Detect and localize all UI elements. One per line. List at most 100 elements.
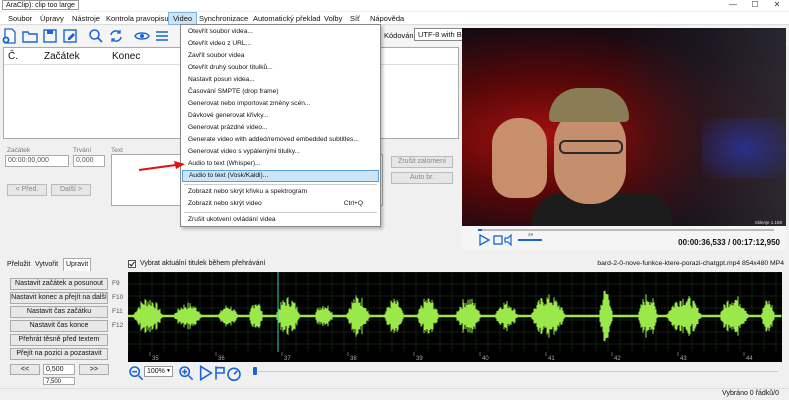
create-adjust-panel: Přeložit Vytvořit Upravit Nastavit začát… xyxy=(3,258,125,388)
start-time-input[interactable]: 00:00:00,000 xyxy=(5,155,69,167)
cancel-break-button[interactable]: Zrušit zalomení xyxy=(391,156,453,168)
menu-separator xyxy=(184,212,377,213)
tab-adjust[interactable]: Upravit xyxy=(63,258,92,271)
zoom-out-icon[interactable] xyxy=(128,365,144,381)
mark-icon[interactable] xyxy=(212,365,225,380)
step-forward-button[interactable]: >> xyxy=(79,364,109,375)
time-tick-label: 39 xyxy=(416,356,423,362)
replace-icon[interactable] xyxy=(108,28,124,44)
open-folder-icon[interactable] xyxy=(22,28,38,44)
follow-label: Vybrat aktuální titulek během přehrávání xyxy=(140,260,266,267)
speed-icon[interactable] xyxy=(226,365,241,382)
extra-value-input[interactable]: 7,500 xyxy=(43,377,75,385)
maximize-button[interactable]: ☐ xyxy=(745,0,765,11)
menu-soubor[interactable]: Soubor xyxy=(4,12,36,25)
search-icon[interactable] xyxy=(88,28,104,44)
menu-item-shortcut: Ctrl+Q xyxy=(343,200,363,207)
menu-item-open-second-subtitle[interactable]: Otevřít druhý soubor titulků... xyxy=(182,62,379,74)
step-back-button[interactable]: << xyxy=(10,364,40,375)
video-screenshot-label: Sklenje 1.188 xyxy=(754,220,782,225)
menu-item-toggle-video[interactable]: Zobrazit nebo skrýt video Ctrl+Q xyxy=(182,198,379,210)
video-time: 00:00:36,533 / 00:17:12,950 xyxy=(678,238,780,247)
speaker-icon[interactable] xyxy=(504,233,516,247)
prev-button[interactable]: < Před. xyxy=(7,184,47,196)
stop-icon[interactable] xyxy=(492,234,504,246)
text-label: Text xyxy=(111,147,123,154)
time-tick-label: 44 xyxy=(746,356,753,362)
time-tick-label: 38 xyxy=(350,356,357,362)
set-end-and-next-button[interactable]: Nastavit konec a přejít na další xyxy=(10,292,108,304)
start-label: Začátek xyxy=(7,147,31,154)
zoom-select[interactable]: 100% ▼ xyxy=(144,366,173,377)
play-before-text-button[interactable]: Přehrát těsně před textem xyxy=(10,334,108,346)
menu-item-smpte-timing[interactable]: Časování SMPTE (drop frame) xyxy=(182,86,379,98)
waveform-position-track[interactable] xyxy=(258,371,778,372)
menu-item-close-video[interactable]: Zavřít soubor videa xyxy=(182,50,379,62)
set-start-and-offset-button[interactable]: Nastavit začátek a posunout xyxy=(10,278,108,290)
tab-translate[interactable]: Přeložit xyxy=(5,258,32,271)
next-button[interactable]: Další > xyxy=(51,184,91,196)
menu-item-audio-to-text-whisper[interactable]: Audio to text (Whisper)... xyxy=(182,158,379,170)
menu-bar: Soubor Úpravy Nástroje Kontrola pravopis… xyxy=(0,12,789,25)
set-end-time-button[interactable]: Nastavit čas konce xyxy=(10,320,108,332)
video-person-cap xyxy=(549,88,629,122)
save-as-icon[interactable] xyxy=(62,28,78,44)
new-file-icon[interactable] xyxy=(2,28,18,44)
menu-item-toggle-waveform[interactable]: Zobrazit nebo skrýt křivku a spektrogram xyxy=(182,186,379,198)
waveform-controls: 100% ▼ xyxy=(128,364,782,382)
save-icon[interactable] xyxy=(42,28,58,44)
shortcut-f10: F10 xyxy=(112,294,124,301)
video-controls: 49 00:00:36,533 / 00:17:12,950 xyxy=(462,226,786,250)
status-text: Vybráno 0 řádků/0 xyxy=(722,390,779,397)
tab-create[interactable]: Vytvořit xyxy=(33,258,60,271)
time-tick-label: 40 xyxy=(482,356,489,362)
zoom-in-icon[interactable] xyxy=(178,365,194,381)
menu-kontrola-pravopisu[interactable]: Kontrola pravopisu xyxy=(102,12,173,25)
menu-separator xyxy=(184,184,377,185)
auto-break-button[interactable]: Auto br. xyxy=(391,172,453,184)
video-seek-progress xyxy=(478,229,482,231)
menu-nastroje[interactable]: Nástroje xyxy=(68,12,104,25)
duration-input[interactable]: 0,000 xyxy=(73,155,105,167)
minimize-button[interactable]: — xyxy=(723,0,743,11)
step-value-input[interactable]: 0,500 xyxy=(43,364,75,375)
menu-item-scene-changes[interactable]: Generovat nebo importovat změny scén... xyxy=(182,98,379,110)
column-number[interactable]: Č. xyxy=(8,51,18,62)
play-icon[interactable] xyxy=(478,233,491,247)
waveform-canvas: 35 36 37 38 39 40 41 42 43 44 xyxy=(128,272,782,362)
close-button[interactable]: ✕ xyxy=(767,0,787,11)
menu-item-burn-in-subtitles[interactable]: Generovat video s vypálenými titulky... xyxy=(182,146,379,158)
shortcut-f11: F11 xyxy=(112,308,123,315)
eye-icon[interactable] xyxy=(134,28,150,44)
video-player[interactable]: Sklenje 1.188 xyxy=(462,28,786,226)
go-to-position-pause-button[interactable]: Přejít na pozici a pozastavit xyxy=(10,348,108,360)
chevron-down-icon: ▼ xyxy=(166,368,171,374)
shortcut-f12: F12 xyxy=(112,322,124,329)
video-person-glasses xyxy=(559,140,623,154)
menu-item-undock-video-controls[interactable]: Zrušit ukotvení ovládání videa xyxy=(182,214,379,226)
follow-checkbox[interactable] xyxy=(128,260,136,268)
time-tick-label: 42 xyxy=(614,356,621,362)
menu-item-open-video-url[interactable]: Otevřít video z URL... xyxy=(182,38,379,50)
list-icon[interactable] xyxy=(154,28,170,44)
time-tick-label: 37 xyxy=(284,356,291,362)
column-start[interactable]: Začátek xyxy=(44,51,80,62)
waveform-position-thumb[interactable] xyxy=(253,367,257,375)
menu-item-set-video-offset[interactable]: Nastavit posun videa... xyxy=(182,74,379,86)
encoding-label: Kódování xyxy=(384,31,416,40)
audio-waveform[interactable]: 35 36 37 38 39 40 41 42 43 44 xyxy=(128,272,782,362)
menu-item-generate-blank-video[interactable]: Generovat prázdné video... xyxy=(182,122,379,134)
menu-upravy[interactable]: Úpravy xyxy=(36,12,68,25)
waveform-signal xyxy=(128,290,782,342)
menu-item-open-video[interactable]: Otevřít soubor videa... xyxy=(182,26,379,38)
menu-item-embedded-subtitles[interactable]: Generate video with added/removed embedd… xyxy=(182,134,379,146)
status-bar: Vybráno 0 řádků/0 xyxy=(0,388,789,400)
menu-item-batch-waveforms[interactable]: Dávkové generovat křivky... xyxy=(182,110,379,122)
video-seek-bar[interactable] xyxy=(478,229,774,231)
column-end[interactable]: Konec xyxy=(112,51,140,62)
volume-slider[interactable] xyxy=(518,239,542,241)
set-start-time-button[interactable]: Nastavit čas začátku xyxy=(10,306,108,318)
time-tick-label: 36 xyxy=(218,356,225,362)
play-selection-icon[interactable] xyxy=(198,364,213,382)
menu-item-audio-to-text-vosk[interactable]: Audio to text (Vosk/Kaldi)... xyxy=(182,170,379,182)
